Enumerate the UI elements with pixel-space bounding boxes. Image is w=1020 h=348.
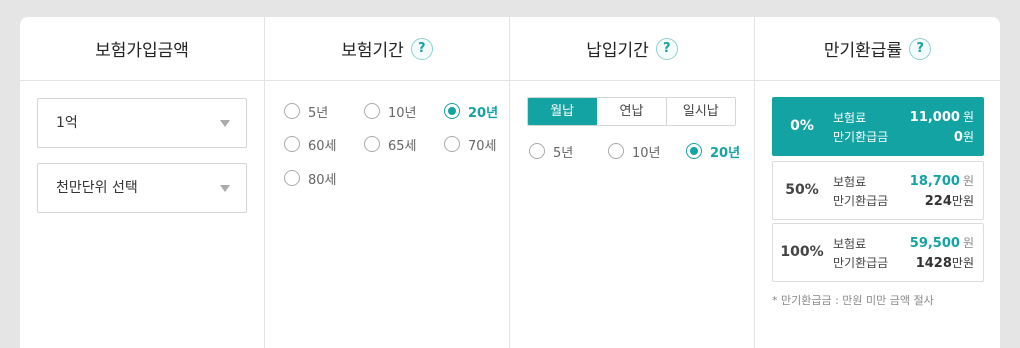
radio-checked-icon xyxy=(444,103,460,119)
payment-column-header: 납입기간 ? xyxy=(510,17,754,81)
chevron-down-icon xyxy=(220,120,230,127)
period-radio-10y[interactable]: 10년 xyxy=(364,102,417,121)
refund-option-100[interactable]: 100% 보험료 만기환급금 59,500 원 1428만원 xyxy=(772,223,984,282)
help-icon[interactable]: ? xyxy=(655,37,678,60)
period-radio-label: 10년 xyxy=(388,105,417,121)
premium-amount: 18,700 xyxy=(909,174,960,189)
period-radio-label: 20년 xyxy=(468,105,499,121)
refund-unit: 원 xyxy=(962,130,974,144)
premium-amount: 59,500 xyxy=(909,236,960,251)
period-radio-label: 70세 xyxy=(468,138,497,154)
help-icon[interactable]: ? xyxy=(909,37,932,60)
amount-column-header: 보험가입금액 xyxy=(20,17,264,81)
period-radio-20y[interactable]: 20년 xyxy=(444,102,499,121)
tab-monthly[interactable]: 월납 xyxy=(528,98,598,125)
payment-radio-5y[interactable]: 5년 xyxy=(529,142,574,161)
amount-select[interactable]: 1억 xyxy=(37,98,247,148)
payment-radio-label: 20년 xyxy=(710,145,741,161)
period-column-header: 보험기간 ? xyxy=(265,17,509,81)
period-radio-65[interactable]: 65세 xyxy=(364,135,417,154)
help-icon[interactable]: ? xyxy=(410,37,433,60)
insurance-calculator-panel: 보험가입금액 1억 천만단위 선택 보험기간 ? 5년 10년 20년 60세 … xyxy=(20,17,1000,348)
radio-circle-icon xyxy=(608,143,624,159)
premium-value: 18,700 원 xyxy=(910,172,974,189)
premium-label: 보험료 xyxy=(833,175,867,189)
payment-type-tabs: 월납 연납 일시납 xyxy=(527,97,736,126)
payment-radio-20y[interactable]: 20년 xyxy=(686,142,741,161)
refund-amount: 1428 xyxy=(915,256,952,271)
premium-unit: 원 xyxy=(962,236,974,250)
amount-column: 보험가입금액 1억 천만단위 선택 xyxy=(20,17,265,348)
refund-label: 만기환급금 xyxy=(833,256,889,270)
refund-footnote: * 만기환급금 : 만원 미만 금액 절사 xyxy=(772,294,934,307)
period-column: 보험기간 ? 5년 10년 20년 60세 65세 70세 80세 xyxy=(265,17,510,348)
refund-amount: 0 xyxy=(953,130,963,145)
refund-value: 1428만원 xyxy=(916,254,974,271)
period-radio-label: 65세 xyxy=(388,138,417,154)
refund-label: 만기환급금 xyxy=(833,194,889,208)
radio-circle-icon xyxy=(444,136,460,152)
premium-unit: 원 xyxy=(962,110,974,124)
refund-unit: 만원 xyxy=(951,194,974,208)
radio-circle-icon xyxy=(284,136,300,152)
radio-circle-icon xyxy=(284,103,300,119)
payment-radio-label: 10년 xyxy=(632,145,661,161)
premium-amount: 11,000 xyxy=(909,110,960,125)
refund-option-0[interactable]: 0% 보험료 만기환급금 11,000 원 0원 xyxy=(772,97,984,156)
refund-option-50[interactable]: 50% 보험료 만기환급금 18,700 원 224만원 xyxy=(772,161,984,220)
refund-label: 만기환급금 xyxy=(833,130,889,144)
period-radio-label: 5년 xyxy=(308,105,329,121)
refund-rate: 50% xyxy=(785,182,819,198)
premium-unit: 원 xyxy=(962,174,974,188)
amount-unit-select-value: 천만단위 선택 xyxy=(56,180,138,196)
payment-radio-10y[interactable]: 10년 xyxy=(608,142,661,161)
refund-amount: 224 xyxy=(924,194,952,209)
period-radio-label: 80세 xyxy=(308,172,337,188)
refund-value: 0원 xyxy=(954,128,974,145)
radio-circle-icon xyxy=(529,143,545,159)
amount-column-title: 보험가입금액 xyxy=(95,41,189,61)
period-radio-80[interactable]: 80세 xyxy=(284,169,337,188)
period-radio-label: 60세 xyxy=(308,138,337,154)
refund-unit: 만원 xyxy=(951,256,974,270)
refund-rate: 0% xyxy=(790,118,814,134)
radio-circle-icon xyxy=(364,103,380,119)
amount-select-value: 1억 xyxy=(56,115,78,131)
payment-radio-label: 5년 xyxy=(553,145,574,161)
premium-label: 보험료 xyxy=(833,237,867,251)
radio-checked-icon xyxy=(686,143,702,159)
refund-column-header: 만기환급률 ? xyxy=(755,17,1000,81)
period-radio-60[interactable]: 60세 xyxy=(284,135,337,154)
payment-column-title: 납입기간 xyxy=(586,41,649,61)
period-column-title: 보험기간 xyxy=(341,41,404,61)
radio-circle-icon xyxy=(284,170,300,186)
refund-rate: 100% xyxy=(780,244,824,260)
tab-yearly[interactable]: 연납 xyxy=(597,98,667,125)
premium-value: 11,000 원 xyxy=(910,108,974,125)
tab-lump-sum[interactable]: 일시납 xyxy=(666,98,735,125)
chevron-down-icon xyxy=(220,185,230,192)
amount-unit-select[interactable]: 천만단위 선택 xyxy=(37,163,247,213)
period-radio-5y[interactable]: 5년 xyxy=(284,102,329,121)
premium-label: 보험료 xyxy=(833,111,867,125)
refund-value: 224만원 xyxy=(925,192,974,209)
refund-column-title: 만기환급률 xyxy=(823,41,903,61)
period-radio-70[interactable]: 70세 xyxy=(444,135,497,154)
radio-circle-icon xyxy=(364,136,380,152)
refund-column: 만기환급률 ? 0% 보험료 만기환급금 11,000 원 0원 50% 보험료 … xyxy=(755,17,1000,348)
payment-column: 납입기간 ? 월납 연납 일시납 5년 10년 20년 xyxy=(510,17,755,348)
premium-value: 59,500 원 xyxy=(910,234,974,251)
